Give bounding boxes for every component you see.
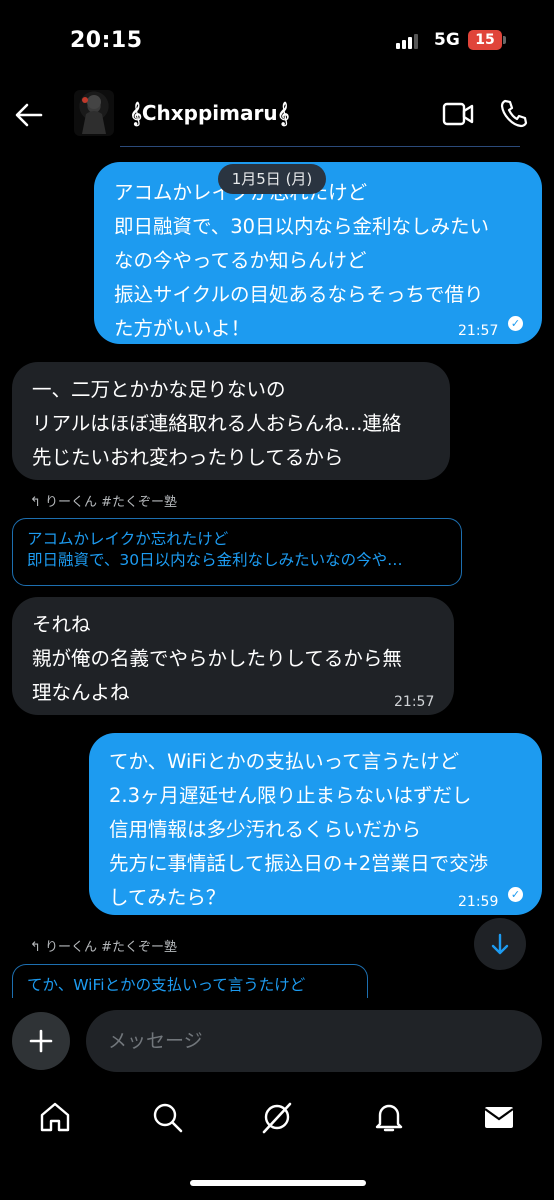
message-line: 一、二万とかかな足りないの (32, 378, 286, 401)
received-message[interactable]: それね 親が俺の名義でやらかしたりしてるから無 理なんよね 21:57 (12, 597, 454, 715)
search-icon[interactable] (150, 1100, 184, 1134)
message-time: 21:59 (458, 894, 499, 910)
date-separator: 1月5日 (月) (218, 164, 326, 194)
reply-to-name: りーくん #たくぞー塾 (45, 940, 178, 955)
arrow-left-icon[interactable] (14, 100, 44, 130)
reply-icon: ↰ (30, 495, 46, 510)
message-time: 21:57 (394, 694, 435, 710)
battery-icon: 15 (468, 30, 502, 50)
bell-icon[interactable] (372, 1100, 406, 1134)
plus-icon (29, 1029, 53, 1053)
message-line: 先方に事情話して振込日の+2営業日で交渉 (109, 852, 489, 875)
sent-message[interactable]: てか、WiFiとかの支払いって言うたけど 2.3ヶ月遅延せん限り止まらないはずだ… (89, 733, 542, 915)
reply-to-name: りーくん #たくぞー塾 (45, 495, 178, 510)
quote-line: アコムかレイクか忘れたけど (27, 530, 229, 548)
quoted-message[interactable]: アコムかレイクか忘れたけど 即日融資で、30日以内なら金利なしみたいなの今や… (12, 518, 462, 586)
reply-label: ↰ りーくん #たくぞー塾 (30, 491, 177, 510)
message-time: 21:57 (458, 323, 499, 339)
message-line: 先じたいおれ変わったりしてるから (32, 446, 344, 469)
home-icon[interactable] (38, 1100, 72, 1134)
reply-label: ↰ りーくん #たくぞー塾 (30, 936, 177, 955)
reply-icon: ↰ (30, 940, 46, 955)
avatar[interactable] (74, 90, 114, 136)
message-line: リアルはほぼ連絡取れる人おらんね...連絡 (32, 412, 402, 435)
quote-line: 即日融資で、30日以内なら金利なしみたいなの今や… (27, 551, 403, 569)
status-time: 20:15 (70, 28, 143, 53)
battery-nub (503, 36, 506, 44)
message-line: 即日融資で、30日以内なら金利なしみたい (114, 215, 490, 238)
message-line: てか、WiFiとかの支払いって言うたけど (109, 750, 460, 773)
phone-call-icon[interactable] (500, 98, 528, 128)
message-input[interactable]: メッセージ (86, 1010, 542, 1072)
mail-icon[interactable] (482, 1100, 516, 1134)
message-line: 理なんよね (32, 681, 130, 704)
chat-username[interactable]: 𝄞Chxppimaru𝄞 (130, 101, 289, 125)
home-indicator (190, 1180, 366, 1186)
quote-line: てか、WiFiとかの支払いって言うたけど (27, 976, 306, 994)
attach-button[interactable] (12, 1012, 70, 1070)
message-line: 2.3ヶ月遅延せん限り止まらないはずだし (109, 784, 472, 807)
grok-icon[interactable] (260, 1100, 294, 1134)
header-divider (120, 146, 520, 147)
message-line: 信用情報は多少汚れるくらいだから (109, 818, 422, 841)
read-check-icon: ✓ (508, 316, 523, 331)
received-message[interactable]: 一、二万とかかな足りないの リアルはほぼ連絡取れる人おらんね...連絡 先じたい… (12, 362, 450, 480)
arrow-down-icon (491, 933, 509, 955)
video-call-icon[interactable] (442, 101, 474, 127)
message-line: なの今やってるか知らんけど (114, 249, 367, 272)
message-line: 振込サイクルの目処あるならそっちで借り (114, 283, 484, 306)
read-check-icon: ✓ (508, 887, 523, 902)
message-line: それね (32, 613, 91, 636)
network-type: 5G (434, 30, 460, 50)
signal-icon (396, 33, 422, 49)
scroll-to-bottom-button[interactable] (474, 918, 526, 970)
message-line: 親が俺の名義でやらかしたりしてるから無 (32, 647, 402, 670)
